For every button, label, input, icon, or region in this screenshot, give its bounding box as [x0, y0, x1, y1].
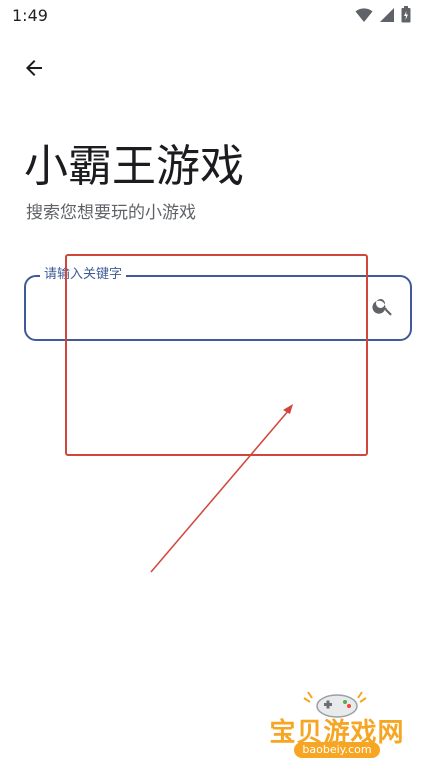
watermark-url: baobeiy.com	[294, 742, 380, 758]
watermark-logo: 宝贝游戏网 baobeiy.com	[262, 682, 412, 778]
annotation-arrow	[150, 404, 293, 573]
